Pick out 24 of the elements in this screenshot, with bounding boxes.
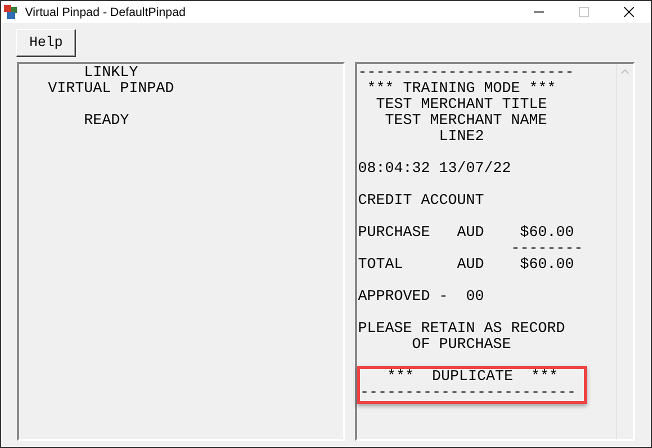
display-text: LINE2 — [438, 129, 484, 145]
help-button[interactable]: Help — [16, 29, 76, 57]
close-icon — [624, 7, 634, 17]
scroll-up-icon[interactable] — [621, 69, 629, 74]
display-text: PURCHASE AUD $60.00 — [358, 225, 574, 241]
display-text: ------------------------ — [358, 65, 574, 81]
display-text: LINKLY — [83, 65, 138, 81]
display-text: OF PURCHASE — [411, 337, 512, 353]
cubes-icon — [3, 4, 19, 20]
window-title: Virtual Pinpad - DefaultPinpad — [25, 4, 186, 21]
display-text: *** DUPLICATE *** — [386, 369, 558, 385]
display-text: PLEASE RETAIN AS RECORD — [358, 321, 566, 337]
display-text: TEST MERCHANT TITLE — [375, 97, 548, 113]
display-text: READY — [83, 113, 130, 129]
display-text: APPROVED - 00 — [358, 289, 484, 305]
display-text: TEST MERCHANT NAME — [384, 113, 548, 129]
display-text: 08:04:32 13/07/22 — [358, 161, 512, 177]
display-text: *** TRAINING MODE *** — [366, 81, 556, 97]
display-text: ------------------------ — [360, 385, 576, 401]
display-text: VIRTUAL PINPAD — [47, 81, 174, 97]
maximize-icon — [578, 7, 588, 17]
display-text: TOTAL AUD $60.00 — [358, 257, 574, 273]
display-text: CREDIT ACCOUNT — [358, 193, 484, 209]
display-text: -------- — [510, 241, 584, 257]
